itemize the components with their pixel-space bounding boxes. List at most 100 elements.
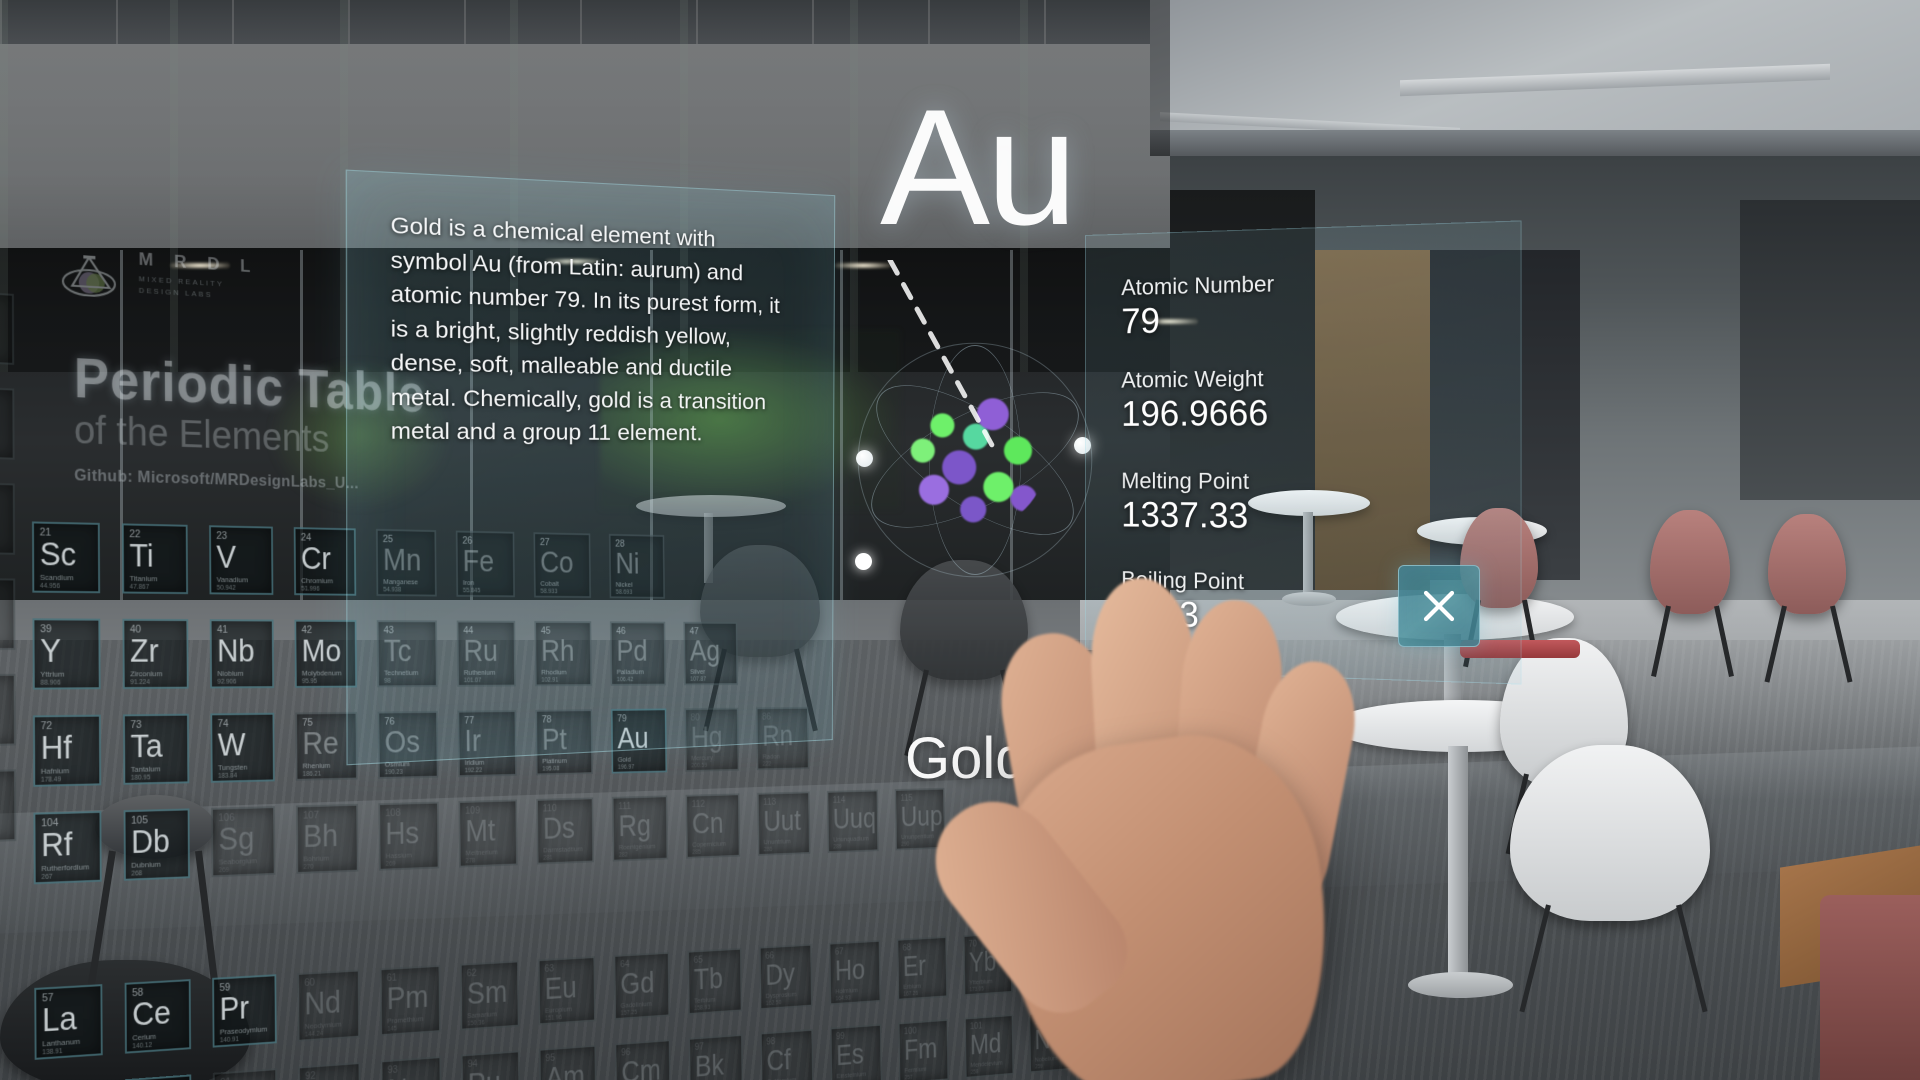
element-tile-ce[interactable]: 58 Ce Cerium 140.12 (124, 979, 192, 1054)
element-symbol: Mt (465, 812, 496, 848)
element-tile-hf[interactable]: 72 Hf Hafnium 178.49 (32, 714, 102, 787)
element-tile-ta[interactable]: 73 Ta Tantalum 180.95 (123, 713, 190, 785)
element-description-panel[interactable]: Gold is a chemical element with symbol A… (345, 169, 836, 766)
element-symbol: Rf (41, 825, 73, 864)
ceiling-light (835, 262, 891, 269)
element-weight: 278 (465, 857, 476, 865)
element-tile-ca[interactable]: 20Ca (0, 481, 16, 555)
element-tile-uut[interactable]: 113 Uut Ununtrium 286 (757, 791, 811, 856)
ar-scene: M R D L MIXED REALITY DESIGN LABS Period… (0, 0, 1920, 1080)
element-tile-bh[interactable]: 107 Bh Bohrium 270 (295, 803, 359, 874)
element-tile-ba[interactable]: 56Ba (0, 673, 16, 747)
element-tile-rg[interactable]: 111 Rg Roentgenium 282 (611, 795, 669, 862)
element-tile-bk[interactable]: 97BkBerkelium247 (688, 1034, 744, 1080)
element-tile-nd[interactable]: 60 Nd Neodymium 144.24 (297, 969, 360, 1042)
element-weight: 164.93 (835, 995, 851, 1003)
element-weight: 157.25 (620, 1009, 638, 1017)
element-symbol: Dy (765, 957, 796, 992)
element-symbol: Mo (301, 632, 342, 668)
element-tile-ra[interactable]: 88Ra (0, 769, 17, 844)
element-tile-pr[interactable]: 59 Pr Praseodymium 140.91 (212, 974, 277, 1048)
element-name: Terbium (694, 995, 716, 1005)
element-name: Seaborgium (218, 856, 258, 867)
element-tile-cn[interactable]: 112 Cn Copernicium 285 (685, 793, 741, 859)
element-tile-db[interactable]: 105 Db Dubnium 268 (123, 808, 190, 881)
element-name: Hassium (385, 850, 412, 861)
element-name: Niobium (217, 669, 244, 678)
element-tile-am[interactable]: 95AmAmericium243 (538, 1044, 597, 1080)
property-atomic-weight: Atomic Weight 196.9666 (1121, 363, 1474, 436)
element-tile-mg[interactable]: 12Mg (0, 385, 15, 460)
close-x-icon (1423, 590, 1455, 622)
element-symbol: V (216, 538, 237, 575)
element-name: Tantalum (130, 764, 161, 774)
element-symbol: Pm (386, 978, 429, 1016)
element-tile-pu[interactable]: 94PuPlutonium244 (460, 1050, 521, 1080)
element-tile-sr[interactable]: 38Sr (0, 577, 16, 650)
element-tile-cf[interactable]: 98CfCalifornium251 (760, 1028, 814, 1080)
element-symbol: Pu (468, 1065, 501, 1080)
element-name: Vanadium (216, 575, 249, 585)
property-value: 1337.33 (1121, 495, 1249, 537)
element-symbol: Cm (621, 1052, 662, 1080)
element-name: Roentgenium (618, 842, 656, 852)
element-tile-v[interactable]: 23 V Vanadium 50.942 (209, 525, 274, 595)
property-label: Atomic Weight (1121, 365, 1264, 393)
element-tile-w[interactable]: 74 W Tungsten 183.84 (210, 712, 275, 783)
element-name: Dysprosium (765, 990, 797, 1000)
element-symbol: Uut (763, 803, 802, 838)
element-weight: 190.23 (384, 769, 403, 776)
element-weight: 158.93 (694, 1004, 711, 1012)
element-tile-mt[interactable]: 109 Mt Meitnerium 278 (458, 799, 518, 868)
element-tile-pm[interactable]: 61 Pm Promethium 145 (379, 964, 441, 1037)
element-tile-e[interactable]: e (0, 289, 15, 365)
element-tile-es[interactable]: 99EsEinsteinium252 (830, 1023, 883, 1080)
element-tile-rf[interactable]: 104 Rf Rutherfordium 267 (33, 810, 102, 885)
element-symbol: Ta (130, 727, 163, 765)
element-name: Mercury (691, 753, 713, 763)
element-name: Europium (544, 1004, 573, 1015)
element-tile-la[interactable]: 57 La Lanthanum 138.91 (34, 984, 103, 1060)
element-tile-dy[interactable]: 66 Dy Dysprosium 162.50 (759, 943, 813, 1010)
property-value: 79 (1121, 301, 1160, 342)
element-symbol: W (217, 726, 246, 763)
element-tile-zr[interactable]: 40 Zr Zirconium 91.224 (122, 618, 189, 690)
element-name: Ununquadium (833, 834, 869, 844)
app-repo-link[interactable]: Github: Microsoft/MRDesignLabs_U... (74, 466, 359, 494)
element-name: Scandium (39, 572, 74, 583)
element-weight: 270 (303, 863, 314, 871)
element-atomic-number: 91 (220, 1076, 231, 1080)
element-tile-eu[interactable]: 63 Eu Europium 151.96 (537, 956, 596, 1026)
element-name: Gold (617, 755, 631, 764)
element-weight: 140.91 (219, 1036, 240, 1045)
red-bench (1820, 895, 1920, 1080)
element-tile-ti[interactable]: 22 Ti Titanium 47.867 (121, 523, 189, 595)
element-tile-ds[interactable]: 110 Ds Darmstadtium 281 (536, 797, 594, 865)
element-name: Rutherfordium (41, 862, 90, 874)
element-name: Yttrium (40, 669, 65, 679)
app-subtitle: of the Elements (73, 406, 330, 461)
element-tile-y[interactable]: 39 Y Yttrium 88.906 (32, 618, 101, 690)
element-weight: 150.36 (467, 1019, 485, 1028)
element-symbol: Uuq (832, 801, 877, 835)
element-description-text: Gold is a chemical element with symbol A… (390, 212, 780, 446)
close-button[interactable] (1398, 565, 1480, 647)
element-tile-uuq[interactable]: 114 Uuq Ununquadium 289 (826, 789, 879, 854)
element-tile-cm[interactable]: 96CmCurium247 (614, 1039, 672, 1080)
element-weight: 281 (543, 854, 553, 862)
element-tile-sg[interactable]: 106 Sg Seaborgium 269 (211, 806, 276, 878)
element-tile-np[interactable]: 93NpNeptunium237 (380, 1056, 442, 1080)
element-tile-sm[interactable]: 62 Sm Samarium 150.36 (460, 960, 520, 1031)
element-tile-ho[interactable]: 67 Ho Holmium 164.93 (828, 939, 881, 1006)
element-symbol: La (42, 999, 77, 1039)
eye-triangle-logo-icon (61, 252, 126, 301)
element-tile-hs[interactable]: 108 Hs Hassium 269 (378, 801, 440, 871)
element-tile-nb[interactable]: 41 Nb Niobium 92.906 (209, 619, 275, 689)
element-symbol: Bk (694, 1047, 725, 1080)
element-tile-gd[interactable]: 64 Gd Gadolinium 157.25 (613, 951, 670, 1020)
element-name: Zirconium (130, 669, 163, 679)
element-weight: 282 (618, 851, 628, 859)
element-tile-sc[interactable]: 21 Sc Scandium 44.956 (32, 521, 101, 594)
element-tile-tb[interactable]: 65 Tb Terbium 158.93 (687, 947, 743, 1015)
element-symbol: Rg (618, 808, 652, 843)
